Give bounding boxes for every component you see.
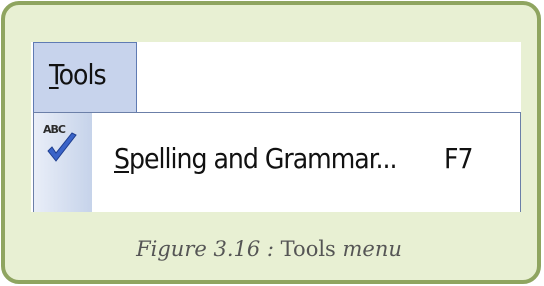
menu-item-label: Spelling and Grammar... [114,142,397,175]
menu-screenshot: Tools ABC Spelling and Grammar... F7 [31,42,521,212]
tools-dropdown-menu: ABC Spelling and Grammar... F7 [33,112,521,212]
caption-prefix: Figure 3.16 : [136,237,274,261]
tools-label-rest: ools [58,58,107,91]
spelling-mnemonic: S [114,142,130,175]
spelling-grammar-icon: ABC [43,123,77,162]
menu-item-spelling-and-grammar[interactable]: ABC Spelling and Grammar... F7 [34,113,520,212]
menubar-tools[interactable]: Tools [33,42,137,112]
caption-suffix: menu [342,237,402,261]
spelling-label-rest: pelling and Grammar... [129,142,397,175]
figure-caption: Figure 3.16 : Tools menu [0,237,538,261]
caption-name: Tools [280,237,336,261]
menubar-tools-label: Tools [49,58,107,91]
menu-item-shortcut: F7 [444,142,473,175]
abc-icon-text: ABC [43,123,66,136]
tools-mnemonic: T [49,58,60,91]
